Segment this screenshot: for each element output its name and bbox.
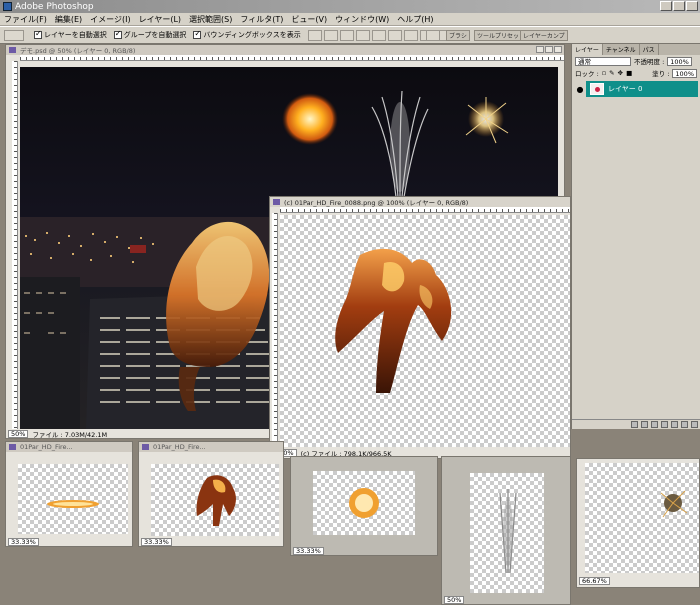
thumb-2-canvas[interactable] <box>151 464 279 536</box>
thumb-1-canvas[interactable] <box>18 464 128 534</box>
menu-window[interactable]: ウィンドウ(W) <box>331 14 393 25</box>
zoom-field-thumb-4[interactable]: 50% <box>444 595 465 604</box>
adjustment-layer-icon[interactable] <box>661 421 668 428</box>
document-window-fire[interactable]: (c) 01Par_HD_Fire_0088.png @ 100% (レイヤー … <box>269 196 571 459</box>
layer-thumbnail <box>590 83 604 95</box>
layer-mask-icon[interactable] <box>651 421 658 428</box>
auto-select-group-checkbox[interactable]: グループを自動選択 <box>113 29 187 40</box>
show-bounding-box-checkbox[interactable]: バウンディングボックスを表示 <box>193 29 301 40</box>
tab-channels[interactable]: チャンネル <box>603 44 640 55</box>
align-top-icon[interactable] <box>307 29 322 41</box>
link-layers-icon[interactable] <box>631 421 638 428</box>
menu-edit[interactable]: 編集(E) <box>51 14 86 25</box>
align-bottom-icon[interactable] <box>339 29 354 41</box>
align-center-icon[interactable] <box>371 29 386 41</box>
layer-row[interactable]: ● レイヤー 0 <box>574 81 698 97</box>
layer-name: レイヤー 0 <box>608 85 643 93</box>
palette-well-icon[interactable] <box>426 30 440 41</box>
lock-move-icon[interactable]: ✥ <box>618 69 623 77</box>
photoshop-app-icon <box>3 2 12 11</box>
thumb-3-graphic <box>349 488 379 518</box>
document-title-thumb-2: 01Par_HD_Fire... <box>139 442 283 452</box>
align-middle-icon[interactable] <box>323 29 338 41</box>
file-info-main: ファイル : 7.03M/42.1M <box>32 430 108 439</box>
opacity-input[interactable]: 100% <box>667 56 692 66</box>
auto-select-group-label: グループを自動選択 <box>123 31 187 39</box>
doc-maximize-icon[interactable] <box>545 46 553 53</box>
lock-label: ロック : <box>575 70 599 78</box>
new-layer-icon[interactable] <box>681 421 688 428</box>
thumb-4-canvas[interactable] <box>470 473 544 593</box>
opacity-label: 不透明度 : <box>634 58 665 66</box>
distribute-top-icon[interactable] <box>403 29 418 41</box>
zoom-field-thumb-2[interactable]: 33.33% <box>141 537 172 546</box>
thumb-2-graphic <box>196 475 236 526</box>
thumb-5-graphic <box>660 490 688 518</box>
menu-bar: ファイル(F) 編集(E) イメージ(I) レイヤー(L) 選択範囲(S) フィ… <box>0 13 700 26</box>
options-bar: レイヤーを自動選択 グループを自動選択 バウンディングボックスを表示 ブラシ ツ… <box>0 26 700 44</box>
align-right-icon[interactable] <box>387 29 402 41</box>
eye-icon[interactable]: ● <box>574 81 586 97</box>
document-title-thumb-1: 01Par_HD_Fire... <box>6 442 132 452</box>
blend-mode-select[interactable]: 通常 <box>575 56 631 66</box>
auto-select-layer-checkbox[interactable]: レイヤーを自動選択 <box>34 29 107 40</box>
fire-plume-graphic <box>335 248 452 393</box>
menu-filter[interactable]: フィルタ(T) <box>236 14 287 25</box>
layer-style-icon[interactable] <box>641 421 648 428</box>
doc-minimize-icon[interactable] <box>536 46 544 53</box>
maximize-button[interactable] <box>673 1 685 11</box>
document-window-thumb-4[interactable]: 50% <box>441 456 571 605</box>
tab-paths[interactable]: パス <box>640 44 659 55</box>
menu-file[interactable]: ファイル(F) <box>0 14 51 25</box>
tab-layers[interactable]: レイヤー <box>572 44 603 55</box>
horizontal-ruler[interactable] <box>20 55 564 61</box>
zoom-field-thumb-5[interactable]: 66.67% <box>579 576 610 585</box>
thumb-4-graphic <box>499 489 517 574</box>
new-group-icon[interactable] <box>671 421 678 428</box>
status-bar-main: 50% ファイル : 7.03M/42.1M <box>8 429 188 439</box>
document-window-thumb-3[interactable]: 33.33% <box>290 456 438 556</box>
menu-image[interactable]: イメージ(I) <box>86 14 134 25</box>
lock-transparency-icon[interactable]: ▫ <box>602 69 606 77</box>
document-window-thumb-2[interactable]: 01Par_HD_Fire... 33.33% <box>138 441 284 547</box>
document-window-thumb-1[interactable]: 01Par_HD_Fire... 33.33% <box>5 441 133 547</box>
minimize-button[interactable] <box>660 1 672 11</box>
document-title-main: デモ.psd @ 50% (レイヤー 0, RGB/8) <box>6 45 564 55</box>
move-tool-icon[interactable] <box>4 29 24 41</box>
horizontal-ruler-fire[interactable] <box>280 207 570 213</box>
thumb-5-canvas[interactable] <box>585 463 699 573</box>
app-titlebar: Adobe Photoshop <box>0 0 700 13</box>
menu-help[interactable]: ヘルプ(H) <box>393 14 437 25</box>
tab-layer-comps[interactable]: レイヤーカンプ <box>520 30 568 41</box>
tab-brushes[interactable]: ブラシ <box>446 30 470 41</box>
fill-label: 塗り : <box>652 70 670 78</box>
thumb-3-canvas[interactable] <box>313 471 415 535</box>
doc-close-icon[interactable] <box>554 46 562 53</box>
zoom-field-thumb-1[interactable]: 33.33% <box>8 537 39 546</box>
app-title: Adobe Photoshop <box>15 1 94 12</box>
fire-canvas[interactable] <box>280 215 570 447</box>
thumb-1-graphic <box>47 500 99 508</box>
show-bounding-box-label: バウンディングボックスを表示 <box>203 31 301 39</box>
document-window-thumb-5[interactable]: 66.67% <box>576 458 700 588</box>
menu-layer[interactable]: レイヤー(L) <box>135 14 185 25</box>
vertical-ruler[interactable] <box>12 61 18 431</box>
zoom-field-main[interactable]: 50% <box>8 429 29 438</box>
trash-icon[interactable] <box>691 421 698 428</box>
layers-panel: レイヤー チャンネル パス 通常 不透明度 : 100% ロック : ▫ ✎ ✥… <box>571 44 700 429</box>
align-left-icon[interactable] <box>355 29 370 41</box>
zoom-field-thumb-3[interactable]: 33.33% <box>293 546 324 555</box>
auto-select-layer-label: レイヤーを自動選択 <box>44 31 107 39</box>
lock-brush-icon[interactable]: ✎ <box>609 69 614 77</box>
lock-all-icon[interactable]: ■ <box>626 69 632 77</box>
fill-input[interactable]: 100% <box>672 68 697 78</box>
menu-select[interactable]: 選択範囲(S) <box>185 14 236 25</box>
menu-view[interactable]: ビュー(V) <box>287 14 331 25</box>
vertical-ruler-fire[interactable] <box>272 213 278 447</box>
close-button[interactable] <box>686 1 698 11</box>
document-title-fire: (c) 01Par_HD_Fire_0088.png @ 100% (レイヤー … <box>270 197 570 207</box>
